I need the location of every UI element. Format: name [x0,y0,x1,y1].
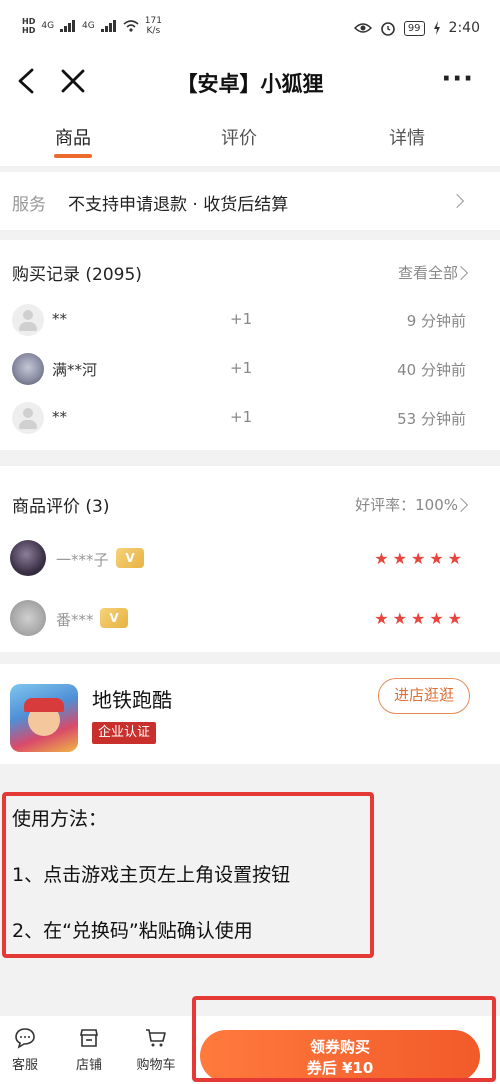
page-title: 【安卓】小狐狸 [176,72,324,96]
store-icon [80,1029,98,1047]
tab-product[interactable]: 商品 [33,124,113,150]
alarm-icon [381,22,395,36]
signal-bars-icon [60,20,76,32]
view-all-link[interactable]: 查看全部 [398,262,458,283]
review-row[interactable]: 一***子 V ★★★★★ [0,540,500,580]
service-row[interactable]: 服务 不支持申请退款 · 收货后结算 [0,172,500,230]
store-button[interactable]: 店铺 [64,1026,114,1073]
purchase-record-row: ** +1 9 分钟前 [0,302,500,342]
vip-badge-icon: V [116,548,144,568]
clock: 2:40 [448,20,480,36]
more-icon[interactable]: ··· [441,64,474,94]
status-bar: HD HD 4G 4G 171 K/s 99 2:40 [0,0,500,52]
tab-details[interactable]: 详情 [367,124,447,150]
avatar [12,304,44,336]
nav-bar: 【安卓】小狐狸 ··· [0,52,500,110]
service-text: 不支持申请退款 · 收货后结算 [68,195,289,215]
customer-service-label: 客服 [11,1058,38,1073]
review-row[interactable]: 番*** V ★★★★★ [0,600,500,640]
purchase-qty: +1 [230,359,253,377]
status-left: HD HD 4G 4G 171 K/s [22,16,162,36]
purchase-record-row: ** +1 53 分钟前 [0,400,500,440]
reviews-section: 商品评价 (3) 好评率：100% 一***子 V ★★★★★ 番*** V ★… [0,466,500,652]
purchase-qty: +1 [230,408,253,426]
charging-icon [433,21,440,35]
reviews-title: 商品评价 (3) [12,497,110,517]
signal-bars-icon-2 [100,20,116,32]
avatar [10,600,46,636]
vip-badge-icon: V [100,608,128,628]
buyer-name: 满**河 [52,361,98,379]
purchase-time: 9 分钟前 [406,312,466,330]
eye-icon [353,23,372,33]
reviewer-name: 一***子 [56,551,109,569]
usage-instructions-box: 使用方法： 1、点击游戏主页左上角设置按钮 2、在“兑换码”粘贴确认使用 [2,792,374,958]
purchase-records-section: 购买记录 (2095) 查看全部 ** +1 9 分钟前 满**河 +1 40 … [0,240,500,450]
battery-icon: 99 [403,20,425,36]
cart-icon [146,1029,166,1047]
customer-service-button[interactable]: 客服 [0,1026,50,1073]
hd-indicator: HD HD [22,17,36,35]
purchase-records-title: 购买记录 (2095) [12,265,142,285]
buyer-name: ** [52,408,67,426]
usage-step-1: 1、点击游戏主页左上角设置按钮 [12,864,291,886]
positive-rate[interactable]: 好评率：100% [355,494,458,515]
cart-button[interactable]: 购物车 [128,1026,184,1073]
rating-stars: ★★★★★ [374,549,466,568]
tab-reviews[interactable]: 评价 [199,124,279,150]
usage-heading: 使用方法： [12,808,108,830]
purchase-time: 40 分钟前 [397,361,466,379]
usage-step-2: 2、在“兑换码”粘贴确认使用 [12,920,253,942]
chevron-right-icon [449,193,465,209]
buyer-name: ** [52,310,67,328]
chat-icon [15,1028,35,1049]
service-label: 服务 [12,195,46,215]
store-label: 店铺 [75,1058,102,1073]
store-section: 地铁跑酷 企业认证 进店逛逛 [0,664,500,764]
purchase-qty: +1 [230,310,253,328]
signal-icon: 4G [41,21,55,31]
visit-store-button[interactable]: 进店逛逛 [378,678,470,714]
tab-indicator [54,154,92,158]
enterprise-badge: 企业认证 [92,722,157,744]
rating-stars: ★★★★★ [374,609,466,628]
avatar [12,353,44,385]
reviewer-name: 番*** [56,611,94,629]
purchase-record-row: 满**河 +1 40 分钟前 [0,351,500,391]
buy-highlight-box [192,996,496,1082]
avatar [12,402,44,434]
store-logo [10,684,78,752]
wifi-icon [123,20,139,32]
cart-label: 购物车 [136,1058,176,1073]
signal-icon-2: 4G [82,21,95,31]
purchase-time: 53 分钟前 [397,410,466,428]
net-speed: 171 K/s [144,16,162,36]
status-right: 99 2:40 [353,20,480,36]
store-name: 地铁跑酷 [92,688,172,712]
avatar [10,540,46,576]
